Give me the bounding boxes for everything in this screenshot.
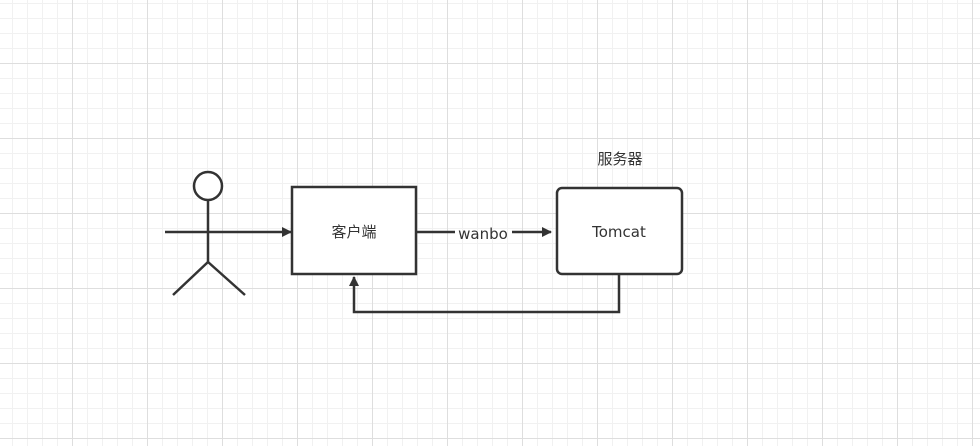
edge-label: wanbo [458,225,508,243]
client-box-label: 客户端 [331,223,376,241]
user-actor-icon[interactable] [165,170,252,296]
server-group-label: 服务器 [597,150,642,168]
server-to-client-return-arrow[interactable] [349,275,621,314]
server-box-label: Tomcat [591,223,646,241]
actor-head [192,170,224,202]
actor-left-leg [172,261,209,296]
diagram-canvas[interactable]: 客户端 wanbo 服务器 Tomcat [0,0,980,446]
diagram-svg: 客户端 wanbo 服务器 Tomcat [165,150,684,314]
actor-right-leg [207,261,246,296]
